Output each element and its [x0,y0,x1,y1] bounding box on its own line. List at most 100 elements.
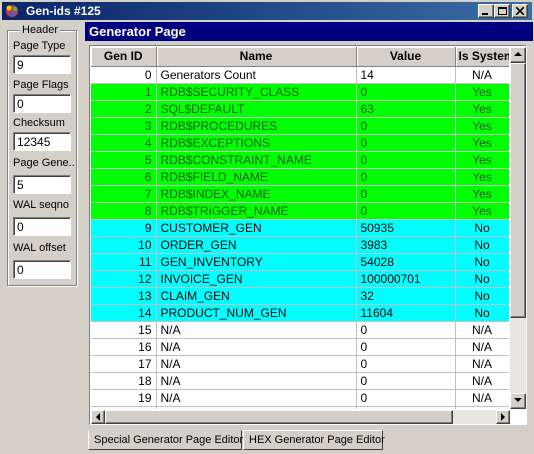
cell-gen-id[interactable]: 11 [91,253,157,271]
cell-gen-id[interactable]: 20 [91,406,157,409]
cell-value[interactable]: 0 [356,321,456,339]
column-header-name[interactable]: Name [156,47,357,67]
table-row[interactable]: 3 RDB$PROCEDURES 0 Yes [91,117,509,135]
table-row[interactable]: 20N/A0N/A [91,406,509,409]
cell-name[interactable]: RDB$INDEX_NAME [156,185,357,203]
scroll-up-button[interactable] [510,47,526,63]
wal-offset-field[interactable]: 0 [13,260,71,279]
cell-value[interactable]: 0 [356,168,456,186]
cell-is-system[interactable]: N/A [455,355,509,373]
cell-name[interactable]: RDB$FIELD_NAME [156,168,357,186]
cell-name[interactable]: CLAIM_GEN [156,287,357,305]
table-row[interactable]: 14 PRODUCT_NUM_GEN 11604 No [91,304,509,322]
cell-value[interactable]: 0 [356,372,456,390]
table-row[interactable]: 1 RDB$SECURITY_CLASS 0 Yes [91,83,509,101]
table-row[interactable]: 17 N/A 0 N/A [91,355,509,373]
generator-grid[interactable]: Gen ID Name Value Is System 0 Generators … [89,45,527,425]
column-header-is-system[interactable]: Is System [455,47,509,67]
cell-gen-id[interactable]: 2 [91,100,157,118]
cell-is-system[interactable]: No [455,236,509,254]
cell-value[interactable]: 0 [356,389,456,407]
title-bar[interactable]: Gen-ids #125 [2,2,532,20]
cell-name[interactable]: N/A [156,406,357,409]
cell-is-system[interactable]: No [455,287,509,305]
cell-gen-id[interactable]: 9 [91,219,157,237]
cell-name[interactable]: ORDER_GEN [156,236,357,254]
cell-value[interactable]: 0 [356,151,456,169]
cell-name[interactable]: CUSTOMER_GEN [156,219,357,237]
cell-is-system[interactable]: Yes [455,185,509,203]
page-flags-field[interactable]: 0 [13,94,71,113]
cell-is-system[interactable]: N/A [455,66,509,84]
cell-is-system[interactable]: N/A [455,338,509,356]
cell-gen-id[interactable]: 15 [91,321,157,339]
cell-is-system[interactable]: Yes [455,202,509,220]
column-header-value[interactable]: Value [356,47,456,67]
cell-gen-id[interactable]: 7 [91,185,157,203]
cell-gen-id[interactable]: 19 [91,389,157,407]
cell-name[interactable]: Generators Count [156,66,357,84]
cell-is-system[interactable]: No [455,304,509,322]
cell-value[interactable]: 100000701 [356,270,456,288]
cell-name[interactable]: SQL$DEFAULT [156,100,357,118]
cell-name[interactable]: INVOICE_GEN [156,270,357,288]
cell-is-system[interactable]: N/A [455,406,509,409]
horizontal-scroll-thumb[interactable] [105,410,453,424]
cell-value[interactable]: 0 [356,406,456,409]
cell-value[interactable]: 0 [356,185,456,203]
cell-name[interactable]: N/A [156,355,357,373]
cell-is-system[interactable]: N/A [455,321,509,339]
cell-value[interactable]: 54028 [356,253,456,271]
cell-name[interactable]: RDB$SECURITY_CLASS [156,83,357,101]
cell-gen-id[interactable]: 4 [91,134,157,152]
cell-is-system[interactable]: No [455,219,509,237]
cell-value[interactable]: 14 [356,66,456,84]
cell-value[interactable]: 0 [356,83,456,101]
cell-name[interactable]: PRODUCT_NUM_GEN [156,304,357,322]
tab-hex-generator-editor[interactable]: HEX Generator Page Editor [243,430,385,450]
cell-gen-id[interactable]: 12 [91,270,157,288]
table-row[interactable]: 6 RDB$FIELD_NAME 0 Yes [91,168,509,186]
cell-name[interactable]: N/A [156,389,357,407]
cell-name[interactable]: N/A [156,338,357,356]
cell-name[interactable]: GEN_INVENTORY [156,253,357,271]
maximize-button[interactable] [494,4,510,18]
table-row[interactable]: 15 N/A 0 N/A [91,321,509,339]
cell-value[interactable]: 63 [356,100,456,118]
page-generation-field[interactable]: 5 [13,175,71,194]
scroll-right-button[interactable] [496,410,510,424]
cell-value[interactable]: 50935 [356,219,456,237]
cell-gen-id[interactable]: 14 [91,304,157,322]
cell-name[interactable]: N/A [156,372,357,390]
minimize-button[interactable] [478,4,494,18]
table-row[interactable]: 13 CLAIM_GEN 32 No [91,287,509,305]
cell-is-system[interactable]: No [455,270,509,288]
vertical-scrollbar[interactable] [510,47,526,409]
checksum-field[interactable]: 12345 [13,132,71,151]
cell-name[interactable]: RDB$TRIGGER_NAME [156,202,357,220]
cell-value[interactable]: 32 [356,287,456,305]
cell-gen-id[interactable]: 1 [91,83,157,101]
table-row[interactable]: 11 GEN_INVENTORY 54028 No [91,253,509,271]
scroll-down-button[interactable] [510,393,526,409]
cell-name[interactable]: RDB$PROCEDURES [156,117,357,135]
cell-gen-id[interactable]: 0 [91,66,157,84]
cell-gen-id[interactable]: 13 [91,287,157,305]
tab-special-generator-editor[interactable]: Special Generator Page Editor [88,430,243,450]
table-row[interactable]: 8 RDB$TRIGGER_NAME 0 Yes [91,202,509,220]
table-row[interactable]: 0 Generators Count 14 N/A [91,66,509,84]
table-row[interactable]: 19 N/A 0 N/A [91,389,509,407]
horizontal-scrollbar[interactable] [91,410,510,424]
table-row[interactable]: 10 ORDER_GEN 3983 No [91,236,509,254]
table-row[interactable]: 2 SQL$DEFAULT 63 Yes [91,100,509,118]
scroll-left-button[interactable] [91,410,105,424]
cell-is-system[interactable]: Yes [455,151,509,169]
table-row[interactable]: 12 INVOICE_GEN 100000701 No [91,270,509,288]
table-row[interactable]: 4 RDB$EXCEPTIONS 0 Yes [91,134,509,152]
cell-gen-id[interactable]: 5 [91,151,157,169]
column-header-gen-id[interactable]: Gen ID [91,47,157,67]
table-row[interactable]: 18 N/A 0 N/A [91,372,509,390]
cell-gen-id[interactable]: 17 [91,355,157,373]
cell-gen-id[interactable]: 3 [91,117,157,135]
cell-is-system[interactable]: Yes [455,117,509,135]
